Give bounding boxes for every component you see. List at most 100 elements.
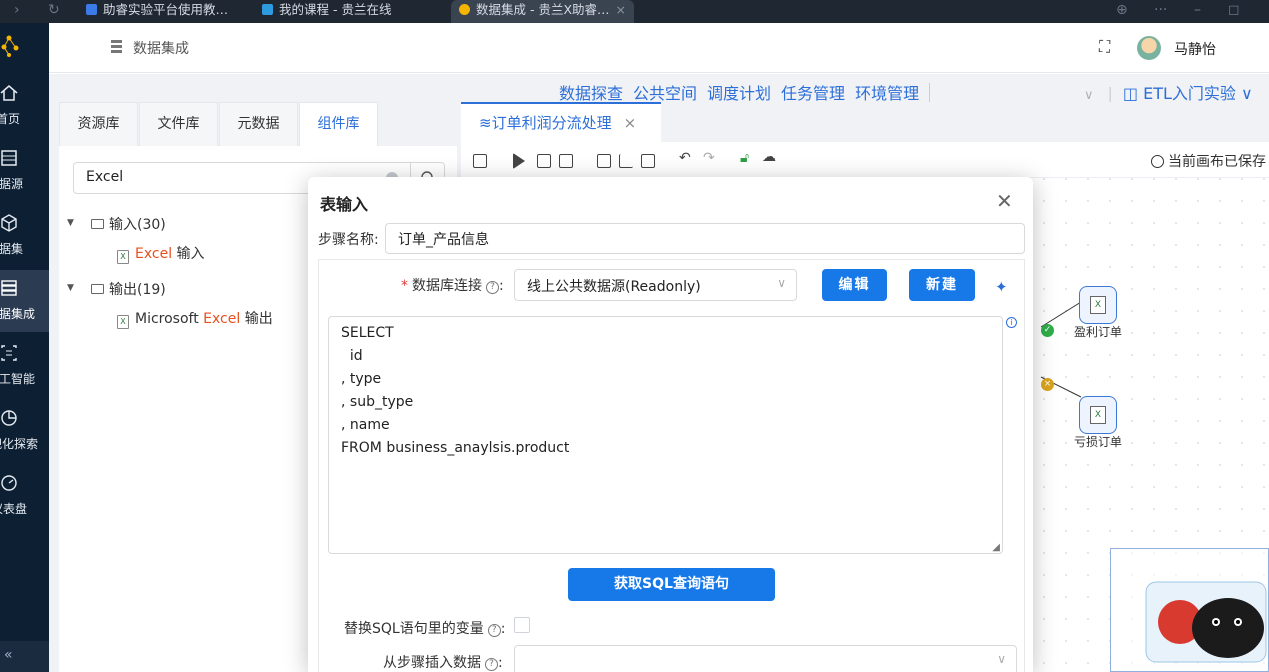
menu-data-explore[interactable]: 数据探查 — [559, 84, 623, 103]
sidebar-item-label: 数据集成 — [0, 307, 36, 321]
tab-label: 文件库 — [157, 116, 200, 132]
stop-icon[interactable] — [537, 154, 551, 168]
doc-icon — [86, 4, 97, 15]
collapse-icon: « — [4, 647, 13, 663]
tab-file-library[interactable]: 文件库 — [139, 102, 218, 146]
help-icon[interactable]: ? — [485, 658, 498, 671]
upload-cloud-icon[interactable]: ☁ — [762, 149, 776, 165]
tree-item-excel-input[interactable]: X Excel 输入 — [117, 243, 205, 264]
tree-group-input[interactable]: 输入(30) — [91, 214, 166, 234]
caret-down-icon[interactable]: ▼ — [67, 218, 74, 228]
browser-tab-2[interactable]: 我的课程 - 贵兰在线 — [262, 0, 422, 23]
more-icon[interactable]: ··· — [1154, 2, 1167, 18]
tree-item-excel-output[interactable]: X Microsoft Excel 输出 — [117, 308, 273, 329]
wizard-icon[interactable]: ✦ — [995, 278, 1008, 296]
insert-from-step-text: 从步骤插入数据 — [383, 655, 481, 671]
new-button[interactable]: 新建 — [909, 269, 975, 301]
avatar[interactable] — [1137, 36, 1161, 60]
header: 数据集成 ⛶ 马静怡 — [49, 23, 1269, 73]
sql-line: , type — [341, 371, 382, 387]
sql-editor[interactable]: SELECT id , type , sub_type , name FROM … — [328, 316, 1003, 554]
chevron-down-icon[interactable]: ∨ — [1236, 84, 1253, 103]
tab-metadata[interactable]: 元数据 — [219, 102, 298, 146]
project-name[interactable]: ETL入门实验 — [1143, 84, 1236, 103]
undo-icon[interactable]: ↶ — [679, 150, 691, 166]
lock-icon[interactable]: 🔓︎ — [740, 150, 749, 166]
sidebar-item-label: 人工智能 — [0, 372, 36, 386]
replace-variables-checkbox[interactable] — [514, 617, 530, 633]
save-status-text: 当前画布已保存 — [1168, 154, 1266, 170]
preview-icon[interactable] — [559, 154, 573, 168]
browser-tab-title: 助睿实验平台使用教… — [103, 2, 229, 17]
fullscreen-icon[interactable]: ⛶ — [1099, 37, 1110, 57]
menu-env-manage[interactable]: 环境管理 — [855, 84, 919, 103]
forward-icon[interactable]: › — [14, 2, 20, 18]
redo-icon[interactable]: ↷ — [703, 150, 715, 166]
flow-node-loss[interactable]: X — [1079, 396, 1117, 434]
db-connection-label-text: 数据库连接 — [412, 278, 482, 294]
restore-icon[interactable]: ◻ — [1228, 2, 1240, 18]
tree-item-highlight: Excel — [135, 246, 173, 262]
menu-schedule[interactable]: 调度计划 — [707, 84, 771, 103]
close-icon[interactable]: × — [624, 114, 637, 132]
sidebar-collapse-button[interactable]: « — [0, 641, 49, 672]
sql-line: id — [341, 348, 363, 364]
layout-icon[interactable] — [641, 154, 655, 168]
sidebar-item-ai[interactable]: 人工智能 — [0, 335, 49, 397]
caret-down-icon[interactable]: ▼ — [67, 283, 74, 293]
tree-item-label: Microsoft — [135, 311, 204, 327]
info-icon[interactable]: i — [1006, 317, 1017, 328]
flow-node-profit[interactable]: X — [1079, 286, 1117, 324]
chevron-down-icon: ∨ — [997, 652, 1006, 666]
folder-icon — [91, 284, 104, 294]
tab-components[interactable]: 组件库 — [299, 102, 378, 146]
excel-file-icon: X — [1090, 296, 1106, 314]
divider — [929, 83, 931, 103]
menu-public-space[interactable]: 公共空间 — [633, 84, 697, 103]
sidebar-item-visual-explore[interactable]: 可视化探索 — [0, 400, 49, 462]
step-name-input[interactable] — [385, 223, 1025, 254]
browser-tab-3[interactable]: 数据集成 - 贵兰X助睿… × — [451, 0, 634, 23]
reload-icon[interactable]: ↻ — [48, 2, 60, 18]
sql-line: SELECT — [341, 325, 394, 341]
help-icon[interactable]: ? — [486, 281, 499, 294]
sidebar-item-dashboard[interactable]: 仪表盘 — [0, 465, 49, 527]
resize-handle-icon[interactable]: ◢ — [992, 542, 1000, 553]
user-name[interactable]: 马静怡 — [1174, 39, 1216, 59]
chevron-down-icon[interactable]: ∨ — [1084, 88, 1094, 103]
db-connection-select[interactable]: 线上公共数据源(Readonly) ∨ — [514, 269, 797, 301]
insert-from-step-select[interactable]: ∨ — [514, 645, 1017, 672]
dashboard-icon — [1, 475, 17, 491]
canvas-tab-active[interactable]: ≋订单利润分流处理 × — [461, 102, 661, 142]
chevron-down-icon: ∨ — [777, 276, 786, 290]
browser-tab-1[interactable]: 助睿实验平台使用教… — [86, 0, 246, 23]
top-menu: 数据探查 公共空间 调度计划 任务管理 环境管理 — [559, 80, 940, 104]
close-icon[interactable]: ✕ — [996, 189, 1013, 213]
save-icon[interactable] — [473, 154, 487, 168]
excel-file-icon: X — [117, 250, 129, 264]
chart-icon — [1, 410, 17, 426]
cat-sticker-icon — [1145, 581, 1267, 663]
sidebar-item-integration[interactable]: 数据集成 — [0, 270, 49, 332]
excel-file-icon: X — [117, 315, 129, 329]
menu-task-manage[interactable]: 任务管理 — [781, 84, 845, 103]
sidebar-item-home[interactable]: 首页 — [0, 75, 49, 137]
resource-tabs: 资源库 文件库 元数据 组件库 — [59, 102, 457, 146]
close-tab-icon[interactable]: × — [616, 2, 626, 17]
get-sql-button[interactable]: 获取SQL查询语句 — [568, 568, 775, 601]
sidebar-item-dataset[interactable]: 数据集 — [0, 205, 49, 267]
tab-repository[interactable]: 资源库 — [59, 102, 138, 146]
help-icon[interactable]: ? — [487, 624, 501, 637]
run-icon[interactable] — [513, 153, 525, 169]
sidebar-item-datasource[interactable]: 数据源 — [0, 140, 49, 202]
tree-group-output[interactable]: 输出(19) — [91, 279, 166, 299]
edit-button[interactable]: 编辑 — [822, 269, 887, 301]
sql-line: FROM business_anaylsis.product — [341, 440, 570, 456]
minimize-icon[interactable]: – — [1194, 2, 1201, 18]
globe-icon[interactable]: ⊕ — [1116, 2, 1128, 18]
project-selector[interactable]: ∨ | ◫ ETL入门实验 ∨ — [1084, 80, 1253, 104]
grid-icon[interactable] — [597, 154, 611, 168]
align-icon[interactable] — [619, 154, 633, 168]
integration-icon — [111, 40, 122, 53]
sidebar-item-label: 数据源 — [0, 177, 24, 191]
